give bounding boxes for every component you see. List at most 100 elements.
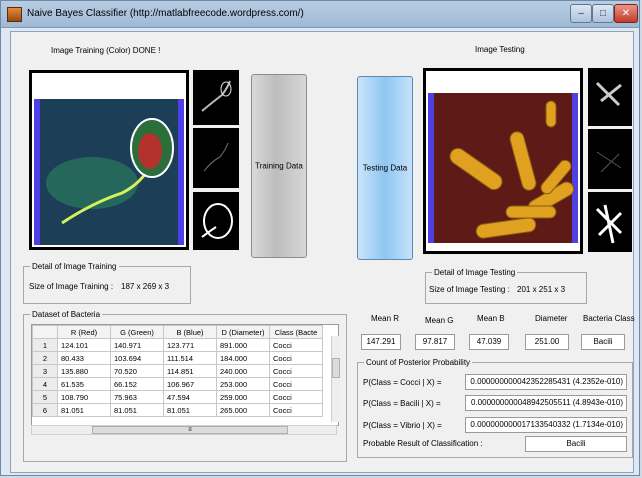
dataset-legend: Dataset of Bacteria — [32, 310, 101, 319]
vertical-scroll-thumb[interactable] — [332, 358, 340, 378]
cell-r[interactable]: 124.101 — [57, 338, 111, 352]
col-header[interactable]: B (Blue) — [163, 325, 217, 339]
maximize-button[interactable]: □ — [592, 4, 614, 23]
cell-d[interactable]: 265.000 — [216, 403, 270, 417]
feature-label-mean-g: Mean G — [425, 316, 454, 325]
training-image — [29, 70, 189, 250]
row-number: 5 — [32, 390, 58, 404]
cell-b[interactable]: 114.851 — [163, 364, 217, 378]
training-size-value: 187 x 269 x 3 — [121, 282, 170, 291]
table-vertical-scrollbar[interactable] — [331, 336, 340, 422]
cell-r[interactable]: 61.535 — [57, 377, 111, 391]
mean-g-field[interactable]: 97.817 — [415, 334, 455, 350]
main-panel: Image Training (Color) DONE ! Image Test… — [10, 31, 635, 473]
cell-g[interactable]: 66.152 — [110, 377, 164, 391]
cell-class[interactable]: Cocci — [269, 351, 323, 365]
training-data-label: Training Data — [255, 161, 303, 171]
classification-result-field[interactable]: Bacili — [525, 436, 627, 452]
result-label: Probable Result of Classification : — [363, 439, 483, 448]
diameter-field[interactable]: 251.00 — [525, 334, 569, 350]
mean-b-field[interactable]: 47.039 — [469, 334, 509, 350]
cell-d[interactable]: 891.000 — [216, 338, 270, 352]
col-header[interactable]: Class (Bacte — [269, 325, 323, 339]
horizontal-scroll-thumb[interactable]: ≡ — [92, 426, 288, 434]
feature-label-mean-r: Mean R — [371, 314, 400, 323]
posterior-label-vibrio: P(Class = Vibrio | X) = — [363, 421, 442, 430]
close-button[interactable]: ✕ — [614, 4, 638, 23]
bacteria-class-field[interactable]: Bacili — [581, 334, 625, 350]
feature-label-diameter: Diameter — [535, 314, 568, 323]
testing-image — [423, 68, 583, 254]
testing-detail-legend: Detail of Image Testing — [434, 268, 516, 277]
training-detail-legend: Detail of Image Training — [32, 262, 117, 271]
cell-class[interactable]: Cocci — [269, 338, 323, 352]
minimize-button[interactable]: – — [570, 4, 592, 23]
cell-class[interactable]: Cocci — [269, 364, 323, 378]
cell-class[interactable]: Cocci — [269, 390, 323, 404]
app-icon — [7, 7, 22, 22]
cell-b[interactable]: 47.594 — [163, 390, 217, 404]
cell-class[interactable]: Cocci — [269, 377, 323, 391]
posterior-label-bacili: P(Class = Bacili | X) = — [363, 399, 441, 408]
posterior-label-cocci: P(Class = Cocci | X) = — [363, 378, 442, 387]
window-title: Naive Bayes Classifier (http://matlabfre… — [27, 8, 304, 19]
table-row[interactable]: 4 61.535 66.152 106.967 253.000 Cocci — [32, 377, 323, 391]
table-horizontal-scrollbar[interactable]: ≡ — [31, 425, 337, 435]
testing-heading: Image Testing — [475, 45, 525, 54]
cell-b[interactable]: 81.051 — [163, 403, 217, 417]
row-number: 4 — [32, 377, 58, 391]
training-heading: Image Training (Color) DONE ! — [51, 46, 161, 55]
app-window: Naive Bayes Classifier (http://matlabfre… — [0, 0, 640, 476]
posterior-vibrio-field[interactable]: 0.000000000017133540332 (1.7134e-010) — [465, 417, 627, 433]
testing-gray-thumb — [588, 68, 632, 126]
testing-data-label: Testing Data — [362, 163, 408, 173]
testing-data-button[interactable]: Testing Data — [357, 76, 413, 260]
cell-r[interactable]: 135.880 — [57, 364, 111, 378]
posterior-bacili-field[interactable]: 0.000000000048942505511 (4.8943e-010) — [465, 395, 627, 411]
cell-d[interactable]: 240.000 — [216, 364, 270, 378]
testing-edge-thumb — [588, 129, 632, 189]
training-gray-thumb — [193, 70, 239, 125]
posterior-cocci-field[interactable]: 0.000000000042352285431 (4.2352e-010) — [465, 374, 627, 390]
cell-r[interactable]: 80.433 — [57, 351, 111, 365]
training-binary-thumb — [193, 192, 239, 250]
cell-b[interactable]: 106.967 — [163, 377, 217, 391]
row-number: 1 — [32, 338, 58, 352]
table-row[interactable]: 5 108.790 75.963 47.594 259.000 Cocci — [32, 390, 323, 404]
feature-label-mean-b: Mean B — [477, 314, 505, 323]
row-header-corner — [32, 325, 58, 339]
cell-class[interactable]: Cocci — [269, 403, 323, 417]
cell-b[interactable]: 123.771 — [163, 338, 217, 352]
row-number: 6 — [32, 403, 58, 417]
cell-g[interactable]: 75.963 — [110, 390, 164, 404]
cell-r[interactable]: 81.051 — [57, 403, 111, 417]
table-row[interactable]: 3 135.880 70.520 114.851 240.000 Cocci — [32, 364, 323, 378]
cell-r[interactable]: 108.790 — [57, 390, 111, 404]
cell-d[interactable]: 259.000 — [216, 390, 270, 404]
col-header[interactable]: R (Red) — [57, 325, 111, 339]
col-header[interactable]: D (Diameter) — [216, 325, 270, 339]
cell-g[interactable]: 81.051 — [110, 403, 164, 417]
dataset-table[interactable]: R (Red) G (Green) B (Blue) D (Diameter) … — [31, 324, 339, 426]
training-data-button[interactable]: Training Data — [251, 74, 307, 258]
cell-b[interactable]: 111.514 — [163, 351, 217, 365]
col-header[interactable]: G (Green) — [110, 325, 164, 339]
training-edge-thumb — [193, 128, 239, 188]
cell-g[interactable]: 140.971 — [110, 338, 164, 352]
cell-g[interactable]: 103.694 — [110, 351, 164, 365]
testing-binary-thumb — [588, 192, 632, 252]
cell-g[interactable]: 70.520 — [110, 364, 164, 378]
feature-label-class: Bacteria Class — [583, 314, 635, 323]
title-bar: Naive Bayes Classifier (http://matlabfre… — [1, 1, 639, 28]
table-row[interactable]: 1 124.101 140.971 123.771 891.000 Cocci — [32, 338, 323, 352]
row-number: 3 — [32, 364, 58, 378]
row-number: 2 — [32, 351, 58, 365]
cell-d[interactable]: 184.000 — [216, 351, 270, 365]
mean-r-field[interactable]: 147.291 — [361, 334, 401, 350]
cell-d[interactable]: 253.000 — [216, 377, 270, 391]
table-row[interactable]: 2 80.433 103.694 111.514 184.000 Cocci — [32, 351, 323, 365]
testing-size-value: 201 x 251 x 3 — [517, 285, 566, 294]
testing-size-label: Size of Image Testing : — [429, 285, 510, 294]
posterior-legend: Count of Posterior Probability — [366, 358, 471, 367]
table-row[interactable]: 6 81.051 81.051 81.051 265.000 Cocci — [32, 403, 323, 417]
